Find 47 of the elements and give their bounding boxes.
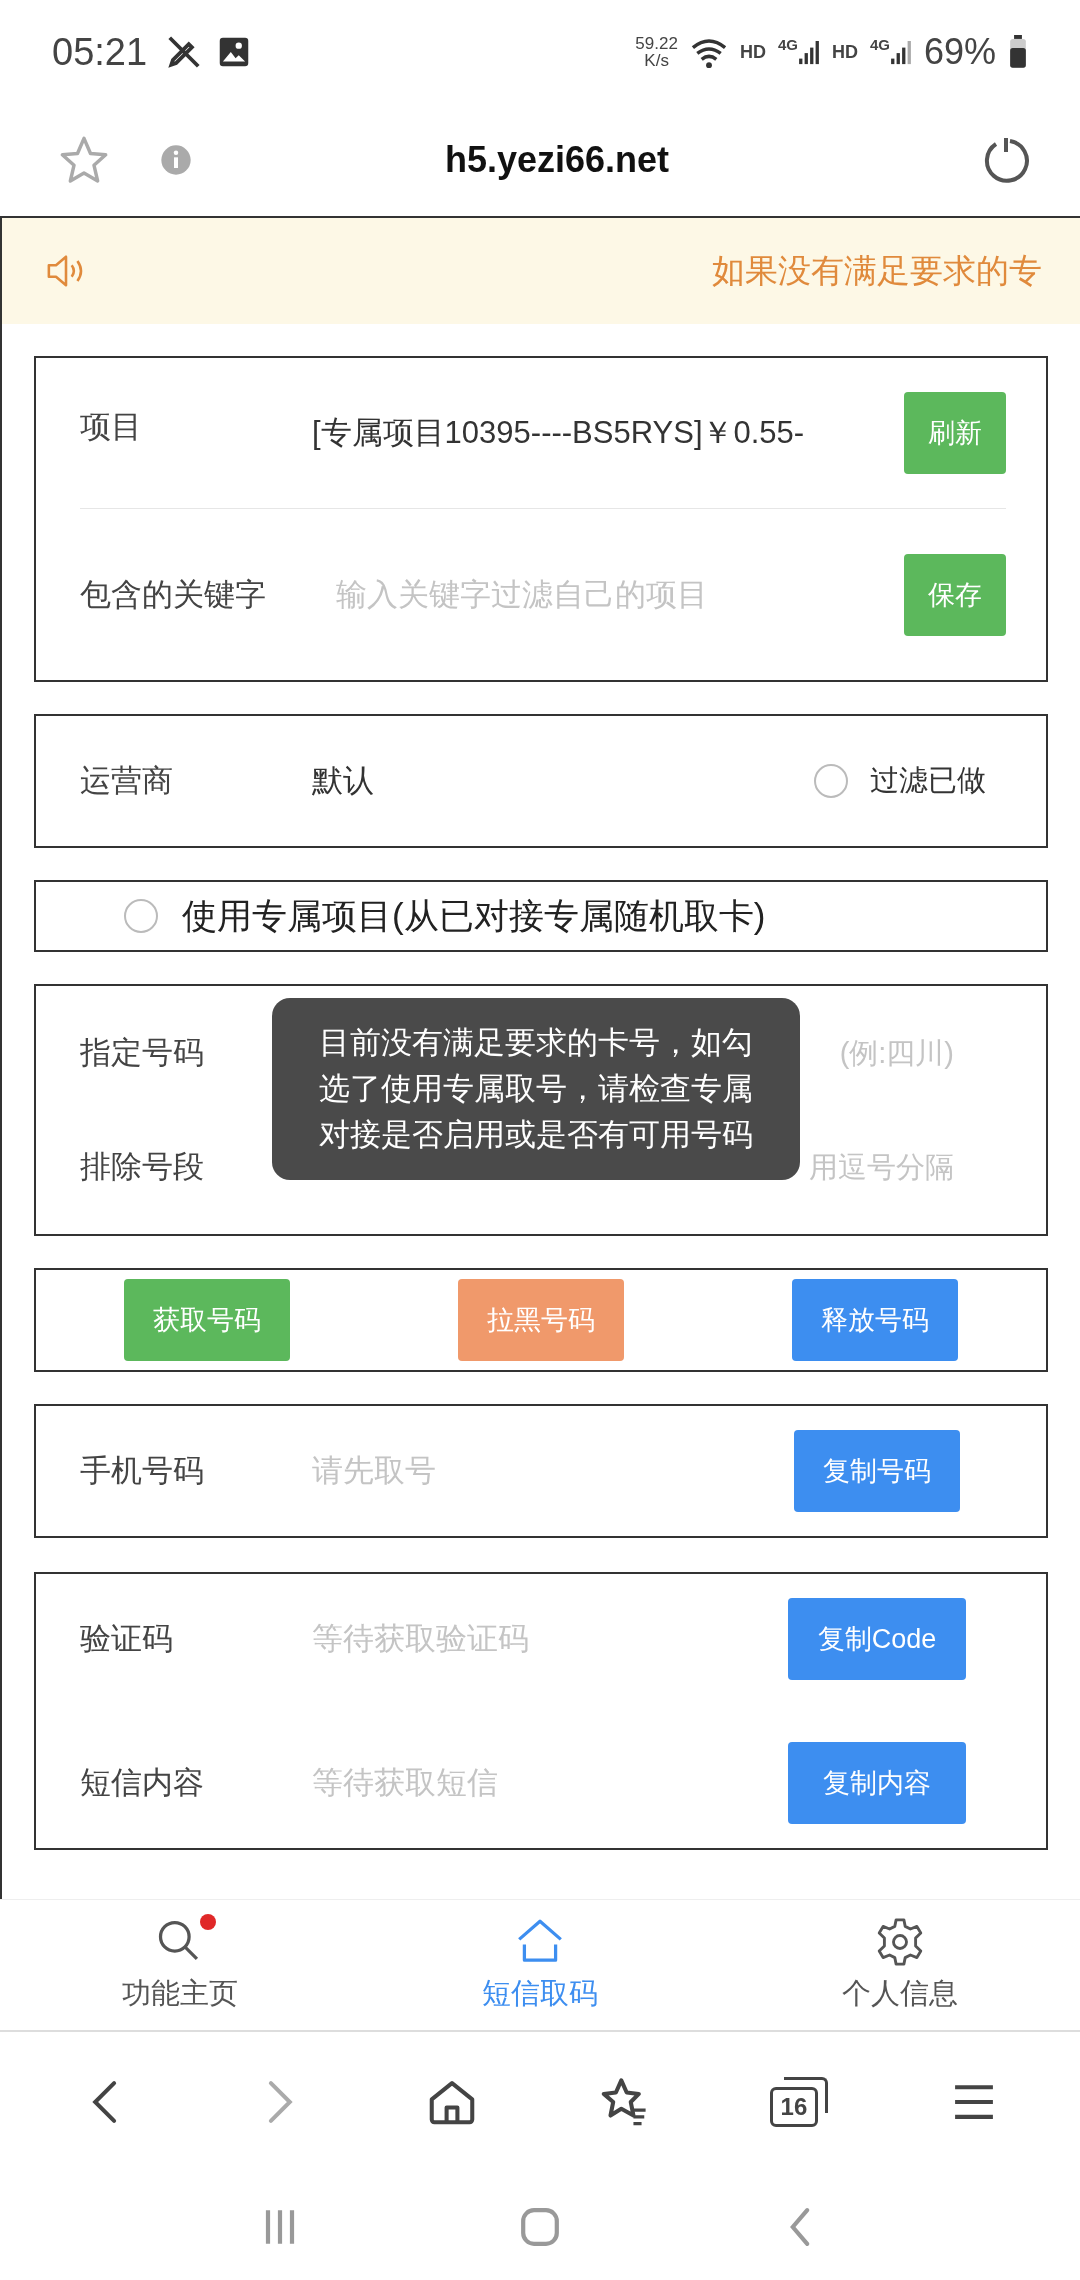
network-label: HD <box>739 41 766 63</box>
info-icon[interactable] <box>160 144 192 176</box>
action-button[interactable]: 释放号码 <box>792 1279 958 1361</box>
tab-item[interactable]: 功能主页 <box>0 1900 360 2030</box>
network-speed-unit: K/s <box>644 52 669 69</box>
battery-icon <box>1008 35 1028 69</box>
copy-button[interactable]: 复制内容 <box>788 1742 966 1824</box>
field-label: 验证码 <box>80 1620 174 1658</box>
signal-icon <box>889 38 912 66</box>
field-label: 运营商 <box>80 762 174 800</box>
radio-button[interactable] <box>814 764 848 798</box>
radio-label: 使用专属项目(从已对接专属随机取卡) <box>182 894 766 937</box>
field-label: 指定号码 <box>80 1034 205 1072</box>
keyword-field[interactable]: 输入关键字过滤自己的项目 <box>312 576 904 614</box>
refresh-button[interactable]: 刷新 <box>904 392 1006 474</box>
input-field[interactable]: 等待获取验证码 <box>312 1620 788 1658</box>
input-field[interactable]: 用逗号分隔 <box>804 1149 956 1185</box>
copy-button[interactable]: 复制号码 <box>794 1430 960 1512</box>
message-toast: 目前没有满足要求的卡号，如勾选了使用专属取号，请检查专属对接是否启用或是否有可用号码 <box>272 998 800 1180</box>
project-value[interactable]: [专属项目10395----BS5RYS]￥0.55- <box>312 412 904 454</box>
action-button[interactable]: 获取号码 <box>124 1279 290 1361</box>
carrier-value[interactable]: 默认 <box>312 760 374 802</box>
copy-button[interactable]: 复制Code <box>788 1598 966 1680</box>
network-speed: 59.22 <box>635 35 678 52</box>
input-field[interactable]: (例:四川) <box>804 1035 956 1071</box>
action-button[interactable]: 拉黑号码 <box>458 1279 624 1361</box>
radio-button[interactable] <box>124 899 158 933</box>
save-button[interactable]: 保存 <box>904 554 1006 636</box>
field-label: 排除号段 <box>80 1148 205 1186</box>
tab-item[interactable]: 个人信息 <box>720 1900 1080 2030</box>
clock-time: 05:21 <box>52 30 148 74</box>
radio-label: 过滤已做 <box>870 763 986 798</box>
tab-item[interactable]: 短信取码 <box>360 1900 720 2030</box>
network-label: 4G <box>869 36 890 53</box>
signal-icon <box>797 38 820 66</box>
input-field[interactable]: 等待获取短信 <box>312 1764 788 1802</box>
network-label: 4G <box>777 36 798 53</box>
network-label: HD <box>831 41 858 63</box>
url-text[interactable]: h5.yezi66.net <box>132 139 982 181</box>
star-icon[interactable] <box>58 134 110 186</box>
notice-text: 如果没有满足要求的专 <box>712 250 1042 291</box>
field-label: 包含的关键字 <box>80 576 267 614</box>
phone-field[interactable]: 请先取号 <box>312 1452 794 1490</box>
field-label: 项目 <box>80 408 143 446</box>
battery-level: 69% <box>923 31 996 73</box>
field-label: 手机号码 <box>80 1452 205 1490</box>
field-label: 短信内容 <box>80 1764 205 1802</box>
